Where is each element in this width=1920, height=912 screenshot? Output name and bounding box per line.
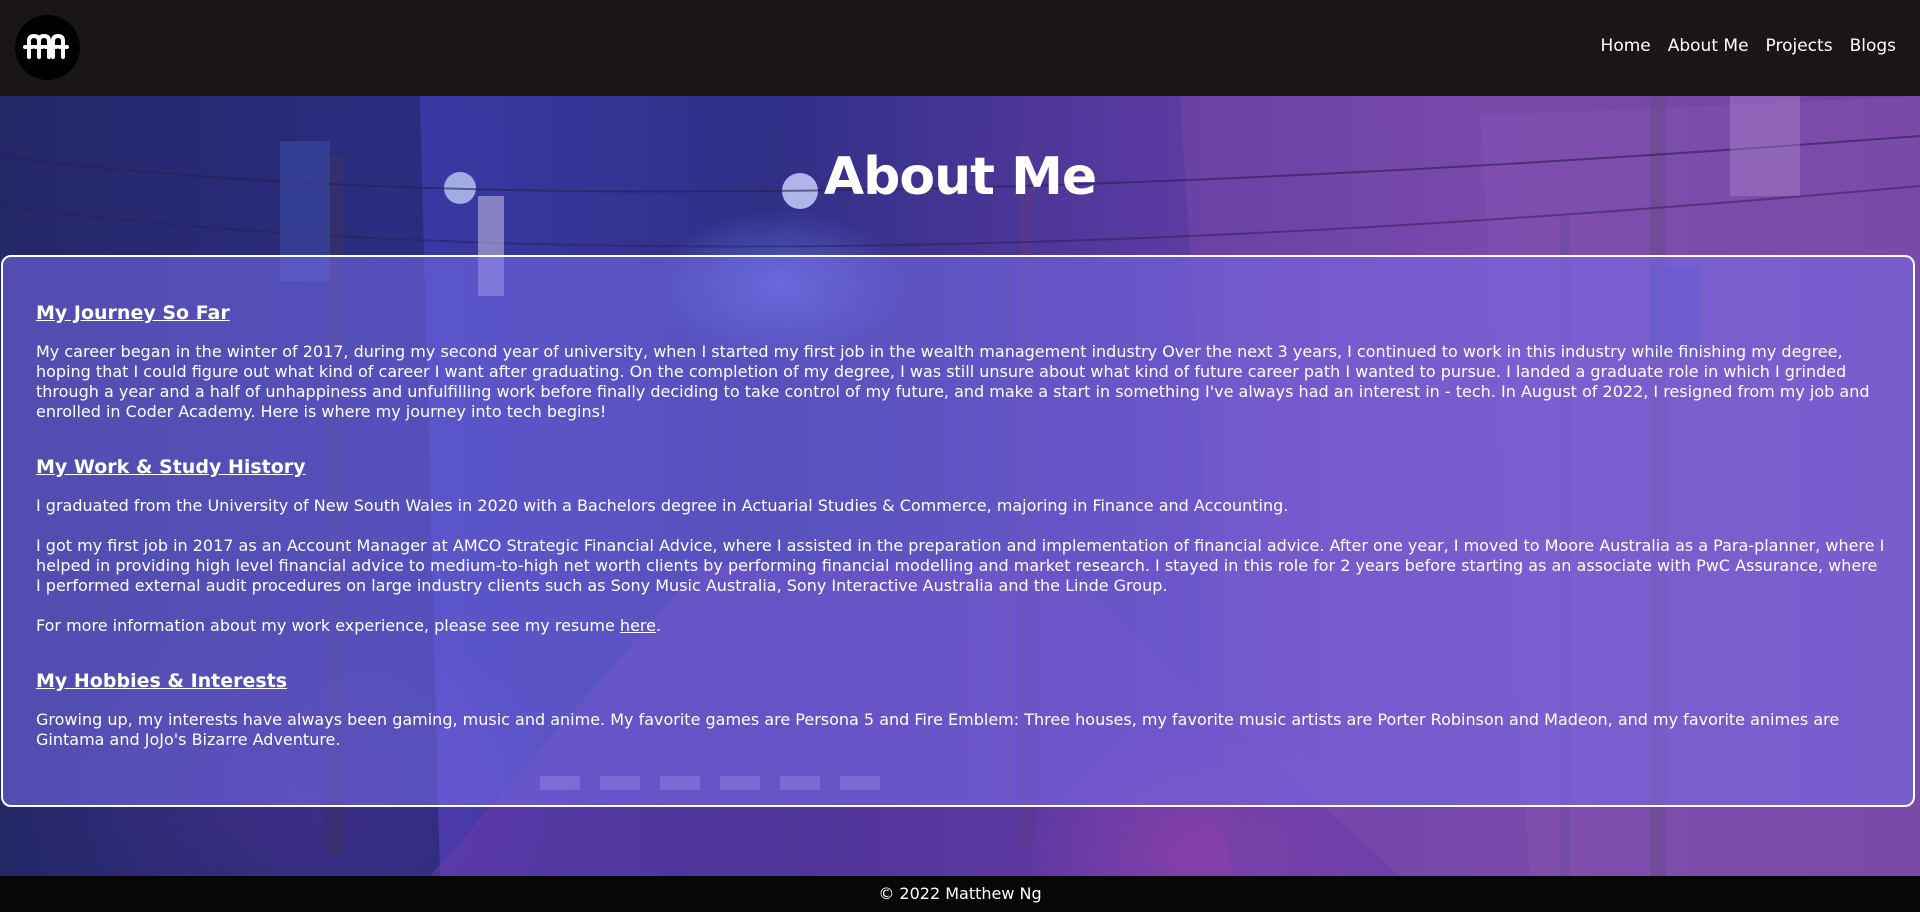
resume-text: For more information about my work exper…	[36, 616, 620, 635]
hobbies-heading: My Hobbies & Interests	[36, 670, 288, 692]
nav-about-me[interactable]: About Me	[1668, 36, 1749, 56]
nav-blogs[interactable]: Blogs	[1850, 36, 1896, 56]
hobbies-section: My Hobbies & Interests Growing up, my in…	[36, 670, 1886, 750]
journey-heading: My Journey So Far	[36, 302, 230, 324]
nav-home[interactable]: Home	[1601, 36, 1651, 56]
page-title: About Me	[823, 146, 1097, 207]
logo-mark-icon	[23, 33, 69, 59]
copyright-text: © 2022 Matthew Ng	[878, 884, 1042, 903]
education-paragraph: I graduated from the University of New S…	[36, 496, 1289, 515]
hobbies-paragraph: Growing up, my interests have always bee…	[36, 710, 1840, 749]
work-study-heading: My Work & Study History	[36, 456, 306, 478]
work-study-section: My Work & Study History I graduated from…	[36, 456, 1886, 636]
about-content: My Journey So Far My career began in the…	[36, 302, 1886, 784]
site-header: Home About Me Projects Blogs	[0, 0, 1920, 96]
nav-projects[interactable]: Projects	[1766, 36, 1833, 56]
main-nav: Home About Me Projects Blogs	[1584, 36, 1896, 56]
resume-suffix: .	[655, 616, 662, 635]
about-content-card: My Journey So Far My career began in the…	[1, 255, 1915, 807]
journey-paragraph: My career began in the winter of 2017, d…	[36, 342, 1870, 421]
resume-paragraph: For more information about my work exper…	[36, 616, 1886, 636]
logo[interactable]	[15, 15, 80, 80]
journey-section: My Journey So Far My career began in the…	[36, 302, 1886, 422]
site-footer: © 2022 Matthew Ng	[0, 876, 1920, 912]
work-history-paragraph: I got my first job in 2017 as an Account…	[36, 536, 1885, 595]
resume-link[interactable]: here	[620, 616, 656, 635]
